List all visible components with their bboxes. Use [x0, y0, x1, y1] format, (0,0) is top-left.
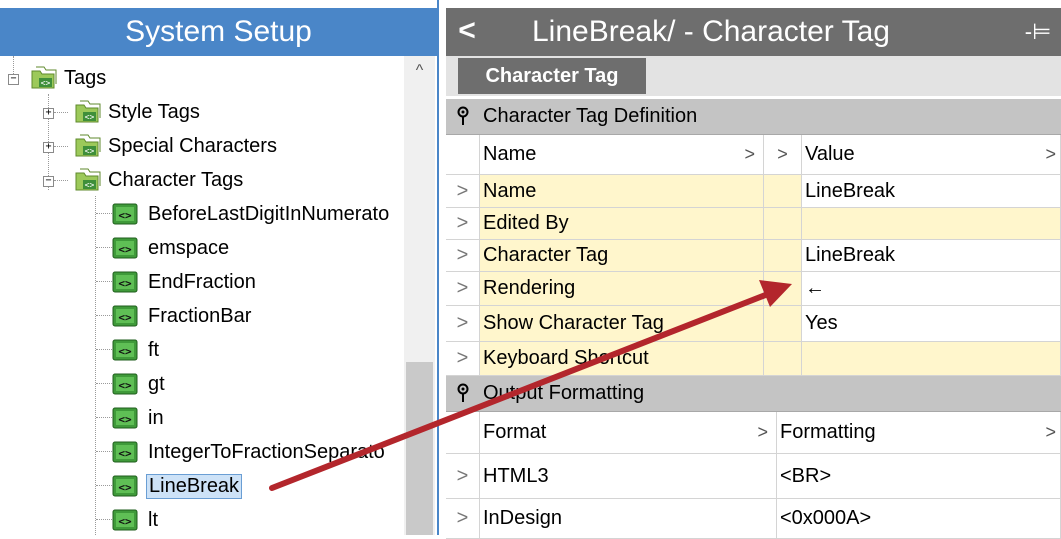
arrow-shaft [269, 291, 771, 491]
annotation-arrow [269, 280, 792, 491]
